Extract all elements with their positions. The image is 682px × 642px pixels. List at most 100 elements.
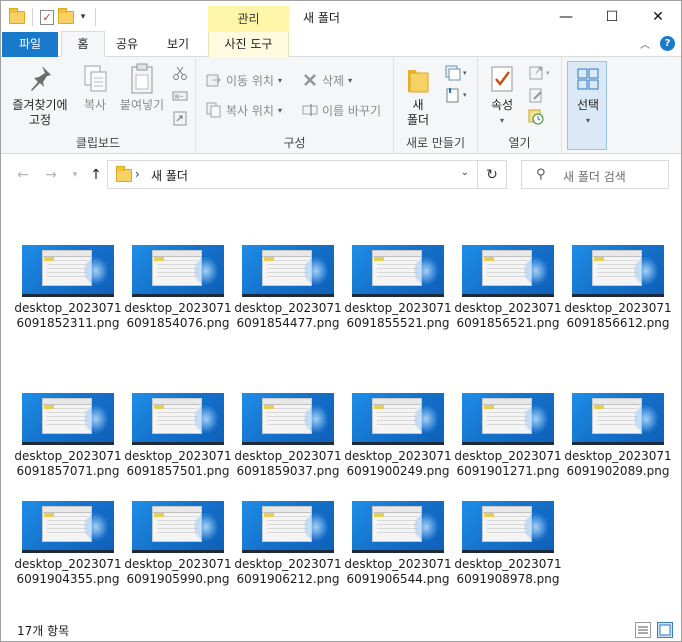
copy-to-button[interactable]: 복사 위치 ▾ (206, 99, 282, 121)
large-icons-view-icon[interactable] (657, 622, 673, 638)
tab-share[interactable]: 공유 (105, 32, 149, 57)
address-field[interactable]: › 새 폴더 ⌄ (107, 160, 478, 189)
file-name: desktop_20230716091906544.png (344, 557, 452, 586)
new-folder-quick-icon[interactable] (58, 7, 74, 24)
customize-toolbar-icon[interactable]: ▾ (78, 12, 88, 22)
file-item[interactable]: desktop_20230716091905990.png (123, 501, 233, 587)
move-to-button[interactable]: 이동 위치 ▾ (206, 69, 282, 91)
chevron-down-icon: ▾ (348, 75, 353, 85)
breadcrumb-separator-icon[interactable]: › (135, 167, 140, 181)
file-item[interactable]: desktop_20230716091854076.png (123, 245, 233, 331)
new-group-label: 새로 만들기 (405, 136, 465, 150)
open-group: 속성 ▾ ▾ 열기 (478, 57, 562, 154)
collapse-ribbon-icon[interactable]: ︿ (640, 36, 650, 51)
history-icon[interactable] (528, 109, 544, 125)
file-item[interactable]: desktop_20230716091855521.png (343, 245, 453, 331)
context-tab-header: 관리 (208, 6, 289, 32)
search-input[interactable]: ⚲ 새 폴더 검색 (521, 160, 669, 189)
image-thumbnail (462, 245, 554, 297)
copy-path-icon[interactable]: W~ (172, 88, 188, 104)
recent-locations-button[interactable]: ▾ (65, 165, 85, 185)
copy-button[interactable]: 복사 (77, 63, 113, 113)
tab-home[interactable]: 홈 (61, 31, 105, 57)
file-name: desktop_20230716091906212.png (234, 557, 342, 586)
file-name: desktop_20230716091857071.png (14, 449, 122, 478)
folder-icon (116, 166, 132, 182)
cut-icon[interactable] (172, 65, 188, 81)
ribbon-right-controls: ︿ ? (640, 36, 675, 51)
paste-shortcut-icon[interactable] (172, 110, 188, 126)
select-group: 선택 ▾ (562, 57, 612, 154)
image-thumbnail (242, 393, 334, 445)
details-view-icon[interactable] (635, 622, 651, 638)
chevron-down-icon[interactable]: ⌄ (461, 167, 469, 178)
tab-view[interactable]: 보기 (155, 32, 201, 57)
file-item[interactable]: desktop_20230716091857071.png (13, 393, 123, 479)
title-bar: ✓ ▾ 관리 새 폴더 — ☐ ✕ (1, 1, 681, 32)
paste-button[interactable]: 붙여넣기 (117, 63, 167, 113)
back-button[interactable]: ← (13, 165, 33, 185)
image-thumbnail (132, 245, 224, 297)
file-name: desktop_20230716091904355.png (14, 557, 122, 586)
rename-button[interactable]: 이름 바꾸기 (302, 99, 381, 121)
file-name: desktop_20230716091857501.png (124, 449, 232, 478)
select-button[interactable]: 선택 ▾ (568, 63, 608, 128)
image-thumbnail (22, 501, 114, 553)
forward-button[interactable]: → (41, 165, 61, 185)
up-button[interactable]: ↑ (86, 165, 106, 185)
easy-access-icon[interactable]: ▾ (444, 87, 470, 103)
image-thumbnail (462, 501, 554, 553)
image-thumbnail (462, 393, 554, 445)
search-placeholder: 새 폴더 검색 (563, 170, 626, 184)
window-controls: — ☐ ✕ (543, 1, 681, 32)
new-folder-button[interactable]: 새 폴더 (400, 63, 436, 128)
image-thumbnail (242, 245, 334, 297)
help-icon[interactable]: ? (660, 36, 675, 51)
file-item[interactable]: desktop_20230716091857501.png (123, 393, 233, 479)
toolbar-divider (95, 8, 96, 26)
file-item[interactable]: desktop_20230716091900249.png (343, 393, 453, 479)
item-count: 17개 항목 (17, 624, 70, 638)
file-item[interactable]: desktop_20230716091901271.png (453, 393, 563, 479)
open-icon[interactable]: ▾ (528, 65, 554, 81)
minimize-button[interactable]: — (543, 1, 589, 32)
file-item[interactable]: desktop_20230716091856612.png (563, 245, 673, 331)
file-name: desktop_20230716091855521.png (344, 301, 452, 330)
file-name: desktop_20230716091905990.png (124, 557, 232, 586)
copy-icon (79, 63, 111, 95)
file-item[interactable]: desktop_20230716091908978.png (453, 501, 563, 587)
file-item[interactable]: desktop_20230716091902089.png (563, 393, 673, 479)
delete-button[interactable]: 삭제 ▾ (302, 69, 352, 91)
file-item[interactable]: desktop_20230716091906212.png (233, 501, 343, 587)
search-icon: ⚲ (536, 167, 546, 182)
maximize-button[interactable]: ☐ (589, 1, 635, 32)
new-item-icon[interactable]: ▾ (444, 65, 470, 81)
paste-label: 붙여넣기 (119, 98, 165, 112)
paste-icon (126, 63, 158, 95)
ribbon: 즐겨찾기에 고정 복사 붙여넣기 W~ 클립보드 이동 위치 ▾ 복사 위치 ▾… (1, 57, 681, 154)
image-thumbnail (572, 393, 664, 445)
clipboard-group-label: 클립보드 (75, 136, 121, 150)
tab-picture-tools[interactable]: 사진 도구 (208, 32, 289, 57)
image-thumbnail (132, 393, 224, 445)
file-item[interactable]: desktop_20230716091906544.png (343, 501, 453, 587)
file-item[interactable]: desktop_20230716091854477.png (233, 245, 343, 331)
copy-label: 복사 (83, 98, 107, 112)
properties-quick-icon[interactable]: ✓ (40, 9, 54, 25)
file-item[interactable]: desktop_20230716091852311.png (13, 245, 123, 331)
edit-icon[interactable] (528, 87, 544, 103)
move-to-label: 이동 위치 (226, 73, 274, 88)
close-button[interactable]: ✕ (635, 1, 681, 32)
tab-file[interactable]: 파일 (2, 32, 58, 57)
file-name: desktop_20230716091856521.png (454, 301, 562, 330)
quick-access-toolbar: ✓ ▾ (9, 7, 99, 27)
properties-button[interactable]: 속성 ▾ (484, 63, 520, 128)
file-name: desktop_20230716091902089.png (564, 449, 672, 478)
image-thumbnail (132, 501, 224, 553)
refresh-button[interactable]: ↻ (478, 160, 507, 189)
breadcrumb-current-folder[interactable]: 새 폴더 (151, 167, 188, 184)
pin-to-quick-access-button[interactable]: 즐겨찾기에 고정 (7, 63, 73, 128)
file-item[interactable]: desktop_20230716091859037.png (233, 393, 343, 479)
file-item[interactable]: desktop_20230716091904355.png (13, 501, 123, 587)
file-item[interactable]: desktop_20230716091856521.png (453, 245, 563, 331)
